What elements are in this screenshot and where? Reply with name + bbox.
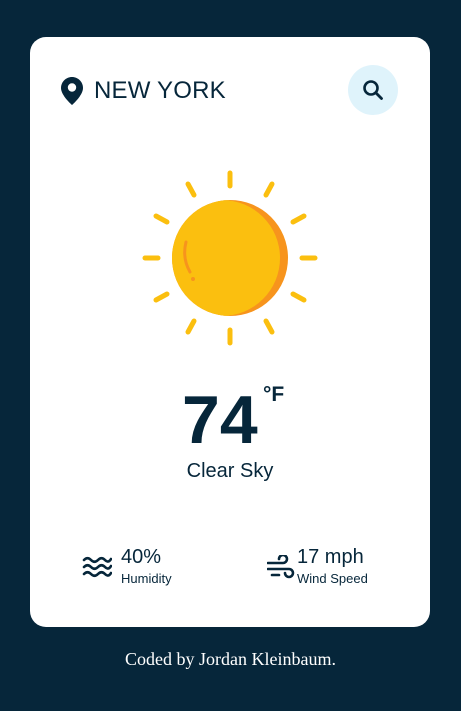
humidity-label: Humidity bbox=[121, 571, 172, 586]
wind-label: Wind Speed bbox=[297, 571, 368, 586]
humidity-value: 40% bbox=[121, 546, 162, 568]
search-icon bbox=[363, 80, 383, 100]
temperature-unit: °F bbox=[263, 383, 285, 406]
wind-icon bbox=[267, 555, 295, 579]
weather-card: NEW YORK 74 °F Clear Sky 40% Humidity 17… bbox=[30, 37, 430, 627]
wind-value: 17 mph bbox=[297, 546, 364, 568]
humidity-waves-icon bbox=[82, 556, 112, 578]
map-pin-icon bbox=[61, 77, 83, 105]
search-button[interactable] bbox=[348, 65, 398, 115]
footer-credit: Coded by Jordan Kleinbaum. bbox=[125, 649, 336, 669]
temperature-value: 74 bbox=[182, 382, 258, 458]
city-name: NEW YORK bbox=[94, 77, 226, 104]
sun-icon bbox=[142, 170, 318, 346]
weather-description: Clear Sky bbox=[186, 460, 274, 482]
